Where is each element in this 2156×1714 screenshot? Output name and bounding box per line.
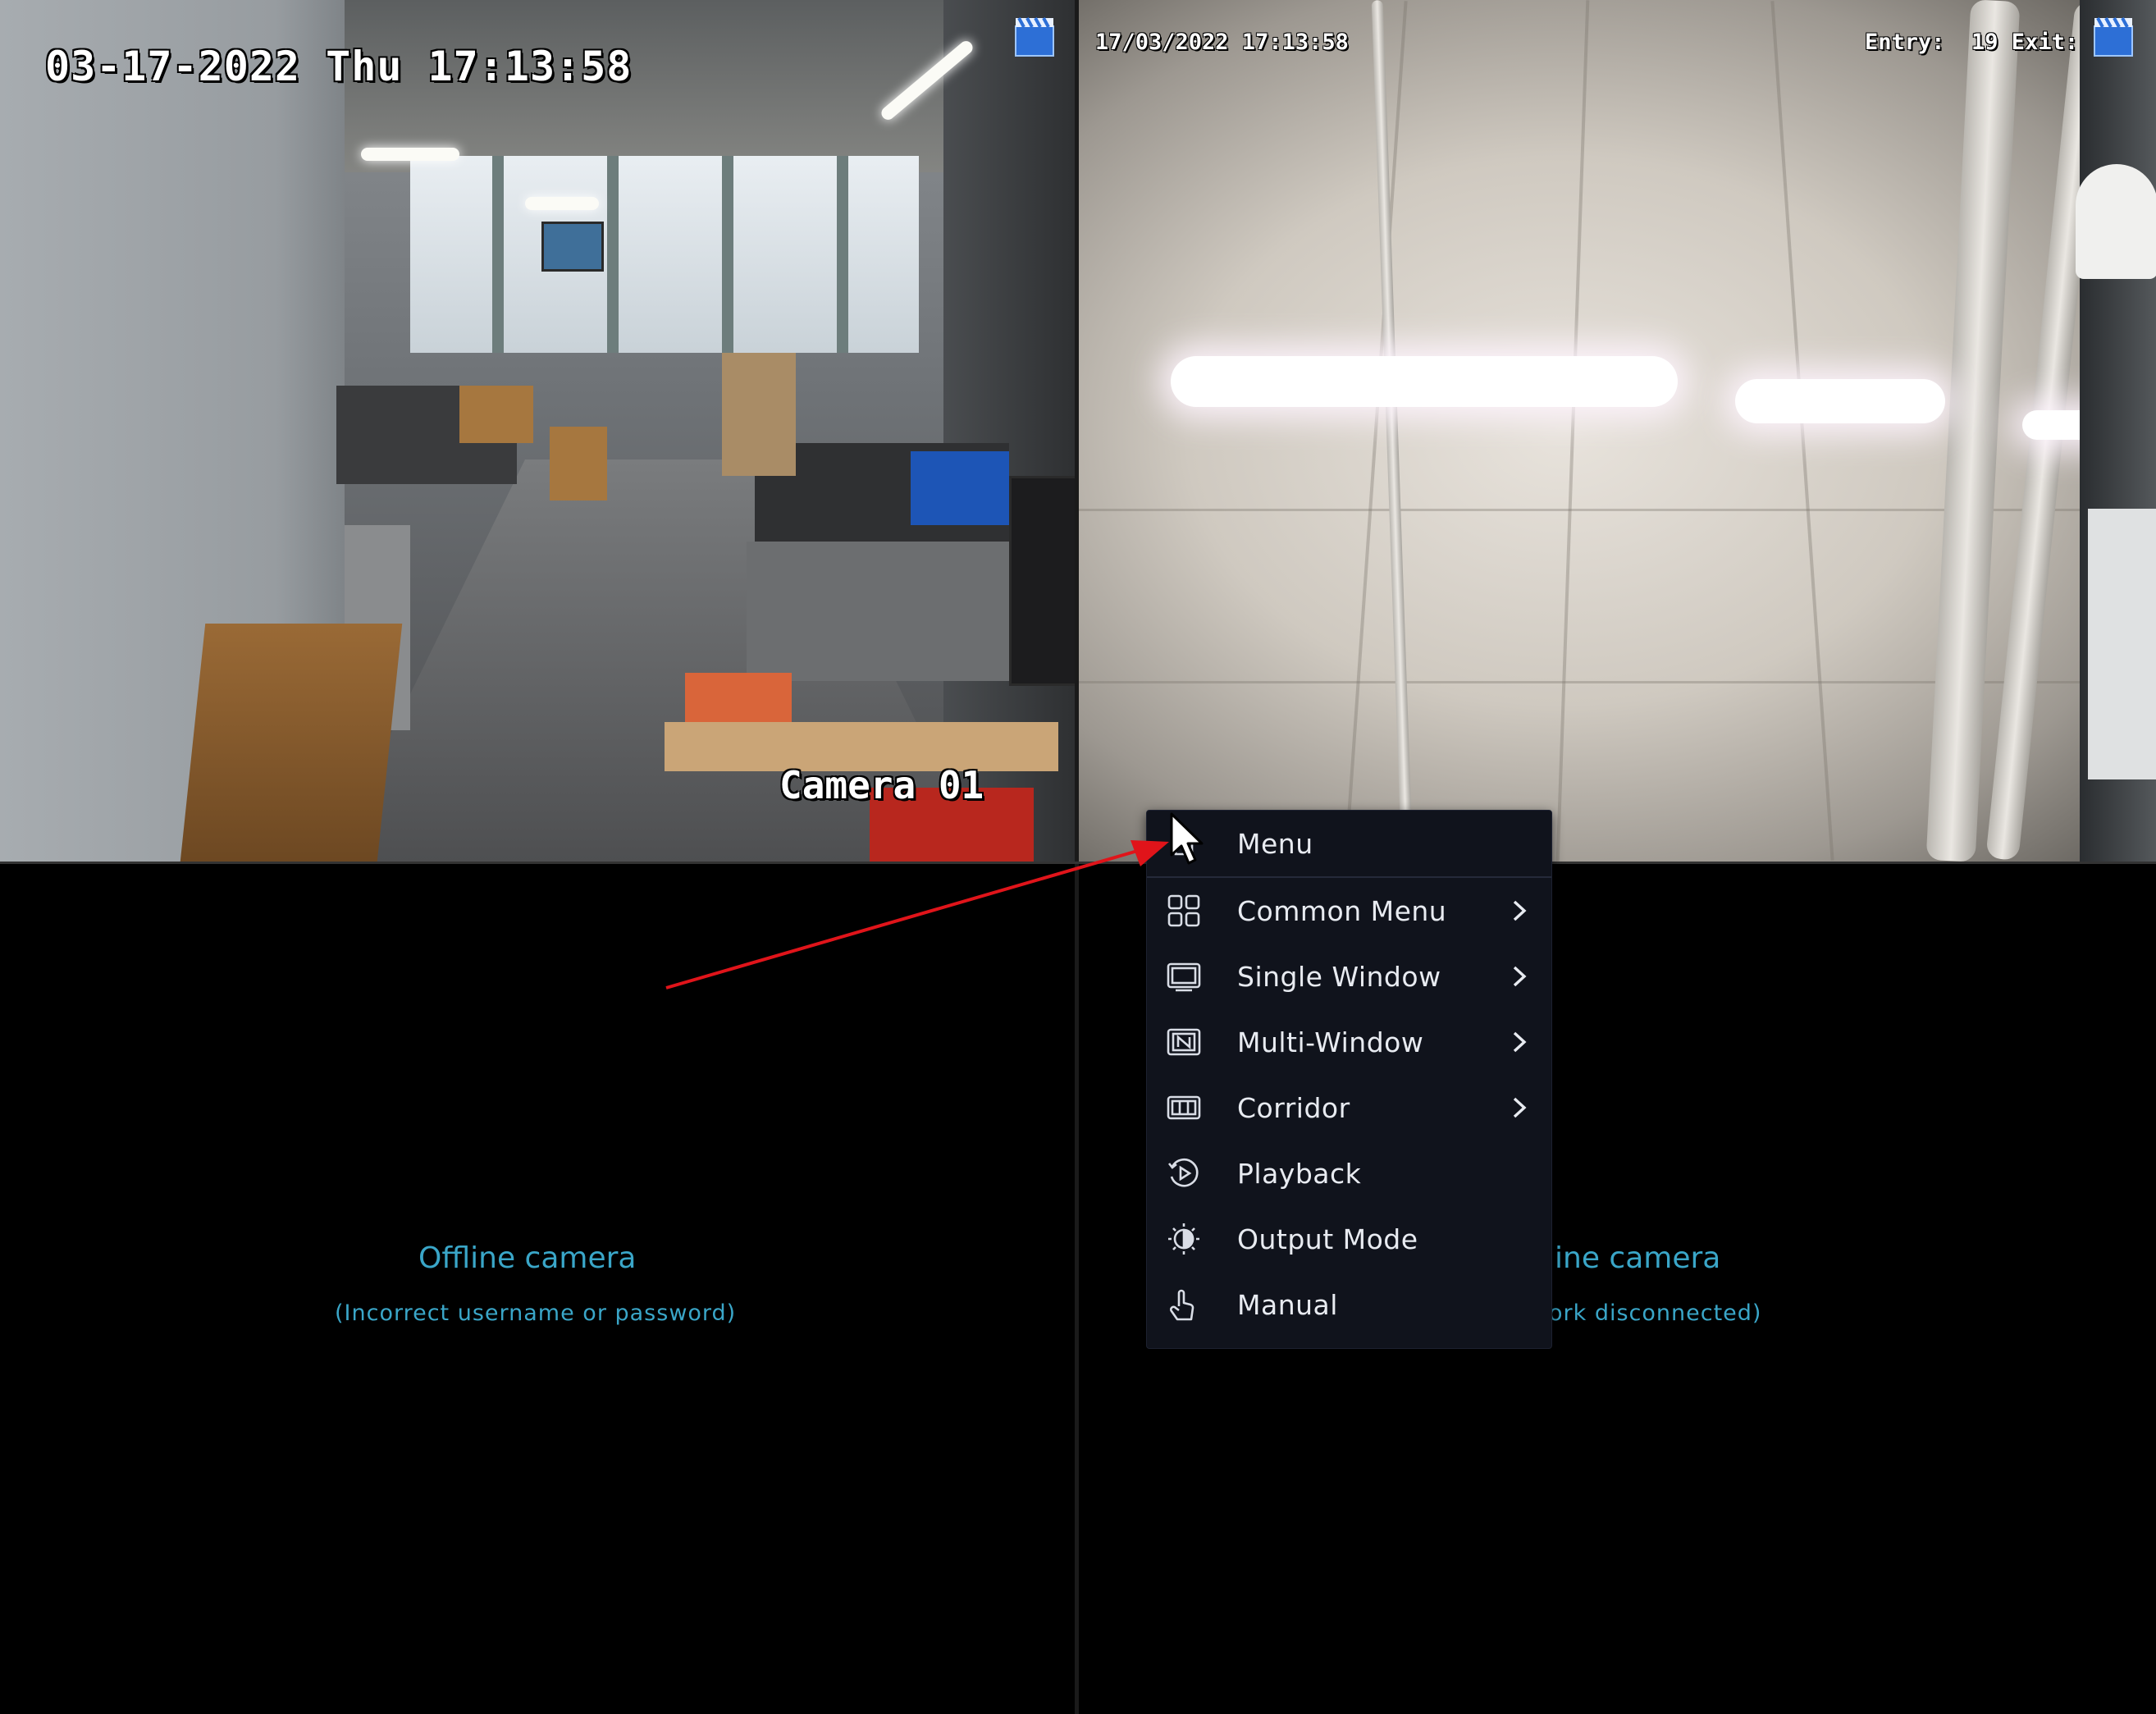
monitor-icon xyxy=(1165,958,1203,995)
playback-icon xyxy=(1165,1154,1203,1192)
offline-status: Offline camera xyxy=(418,1241,637,1275)
osd-camera-name: Camera 01 xyxy=(779,763,984,807)
osd-people-counter: Entry: 19 Exit: 3 xyxy=(1865,30,2118,55)
grid-divider-vertical xyxy=(1075,0,1079,1714)
clapperboard-record-icon xyxy=(1015,17,1054,57)
menu-item-manual[interactable]: Manual xyxy=(1147,1272,1551,1337)
video-tile-1[interactable]: 03-17-2022 Thu 17:13:58 Camera 01 xyxy=(0,0,1075,862)
menu-item-label: Manual xyxy=(1237,1288,1338,1321)
multi-window-icon xyxy=(1165,1023,1203,1061)
video-tile-3-offline[interactable]: Offline camera (Incorrect username or pa… xyxy=(0,864,1075,1714)
menu-item-label: Output Mode xyxy=(1237,1223,1418,1255)
chevron-right-icon xyxy=(1513,966,1527,987)
osd-datetime: 17/03/2022 17:13:58 xyxy=(1095,30,1349,55)
chevron-right-icon xyxy=(1513,1097,1527,1118)
video-feed-office xyxy=(0,0,1075,862)
menu-item-label: Single Window xyxy=(1237,960,1441,993)
osd-datetime: 03-17-2022 Thu 17:13:58 xyxy=(45,43,633,90)
chevron-right-icon xyxy=(1513,1031,1527,1053)
menu-item-single-window[interactable]: Single Window xyxy=(1147,944,1551,1009)
menu-item-corridor[interactable]: Corridor xyxy=(1147,1075,1551,1140)
menu-item-common-menu[interactable]: Common Menu xyxy=(1147,878,1551,944)
hand-pointer-icon xyxy=(1165,1286,1203,1323)
menu-item-output-mode[interactable]: Output Mode xyxy=(1147,1206,1551,1272)
offline-reason: ork disconnected) xyxy=(1549,1300,1762,1326)
video-tile-2-selected[interactable]: 17/03/2022 17:13:58 Entry: 19 Exit: 3 xyxy=(1079,0,2156,862)
video-feed-fisheye xyxy=(1079,0,2156,862)
mouse-cursor-icon xyxy=(1170,812,1204,865)
menu-item-label: Menu xyxy=(1237,827,1313,860)
chevron-right-icon xyxy=(1513,900,1527,921)
grid-divider-horizontal xyxy=(0,862,2156,864)
grid-icon xyxy=(1165,892,1203,930)
output-mode-icon xyxy=(1165,1220,1203,1258)
menu-item-menu[interactable]: Menu xyxy=(1147,811,1551,878)
menu-item-label: Multi-Window xyxy=(1237,1026,1424,1058)
offline-reason: (Incorrect username or password) xyxy=(335,1300,737,1326)
context-menu: Menu Common Menu Single Window Multi-Win xyxy=(1146,810,1552,1349)
clapperboard-record-icon xyxy=(2094,17,2133,57)
menu-item-label: Common Menu xyxy=(1237,894,1447,927)
offline-status: ine camera xyxy=(1555,1241,1721,1275)
menu-item-playback[interactable]: Playback xyxy=(1147,1140,1551,1206)
menu-item-label: Corridor xyxy=(1237,1091,1350,1124)
menu-item-multi-window[interactable]: Multi-Window xyxy=(1147,1009,1551,1075)
corridor-icon xyxy=(1165,1089,1203,1127)
menu-item-label: Playback xyxy=(1237,1157,1362,1190)
